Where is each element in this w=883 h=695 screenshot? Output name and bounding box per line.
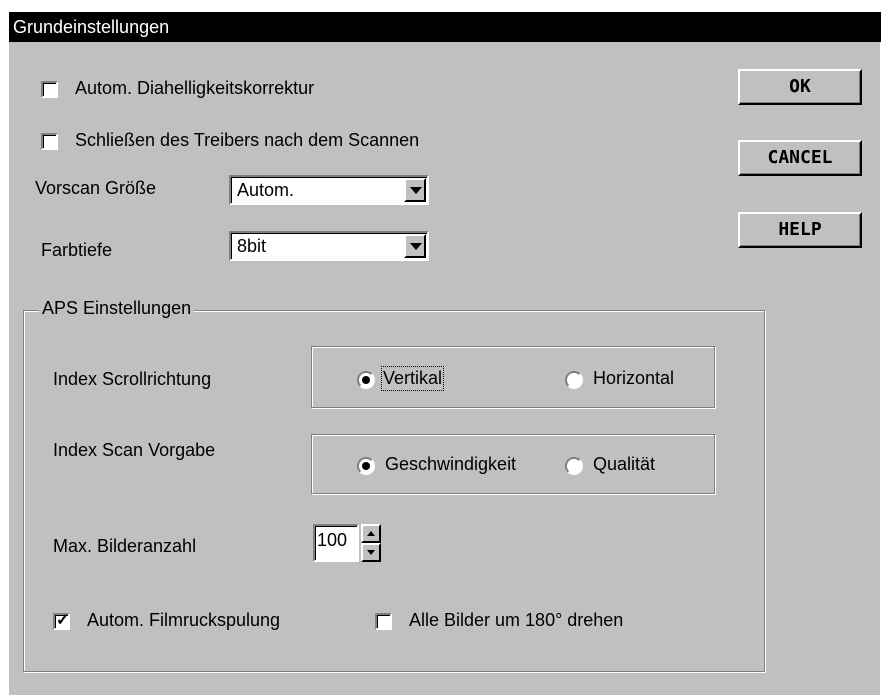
max-images-input[interactable]: 100 xyxy=(313,524,359,562)
index-scan-quality-option[interactable]: Qualität xyxy=(565,454,685,478)
rotate-180-checkbox[interactable] xyxy=(375,613,392,630)
settings-dialog: Grundeinstellungen Autom. Diahelligkeits… xyxy=(8,12,881,695)
prescan-size-value: Autom. xyxy=(237,180,295,200)
index-scroll-horizontal-option[interactable]: Horizontal xyxy=(565,368,705,392)
auto-rewind-label: Autom. Filmruckspulung xyxy=(87,610,281,630)
auto-brightness-checkbox[interactable] xyxy=(41,81,58,98)
auto-brightness-option[interactable]: Autom. Diahelligkeitskorrektur xyxy=(41,78,361,102)
index-scan-quality-radio[interactable] xyxy=(565,457,583,475)
max-images-label: Max. Bilderanzahl xyxy=(53,536,197,556)
index-scroll-horizontal-radio[interactable] xyxy=(565,371,583,389)
rotate-180-option[interactable]: Alle Bilder um 180° drehen xyxy=(375,610,675,634)
auto-rewind-option[interactable]: ✓ Autom. Filmruckspulung xyxy=(53,610,333,634)
index-scan-speed-radio[interactable] xyxy=(357,457,375,475)
prescan-size-select[interactable]: Autom. xyxy=(229,175,429,205)
index-scan-speed-label: Geschwindigkeit xyxy=(385,454,517,474)
radio-selected-dot-icon xyxy=(362,376,370,384)
index-scroll-vertical-option[interactable]: Vertikal xyxy=(357,366,477,392)
index-scan-label: Index Scan Vorgabe xyxy=(53,440,216,460)
color-depth-label: Farbtiefe xyxy=(41,240,113,260)
radio-selected-dot-icon xyxy=(362,462,370,470)
auto-brightness-label: Autom. Diahelligkeitskorrektur xyxy=(75,78,315,98)
index-scroll-vertical-label: Vertikal xyxy=(380,366,445,391)
close-driver-label: Schließen des Treibers nach dem Scannen xyxy=(75,130,420,150)
index-scan-speed-option[interactable]: Geschwindigkeit xyxy=(357,454,557,478)
aps-settings-group-label: APS Einstellungen xyxy=(39,298,195,319)
prescan-size-label: Vorscan Größe xyxy=(35,178,157,198)
index-scan-quality-label: Qualität xyxy=(593,454,656,474)
rotate-180-label: Alle Bilder um 180° drehen xyxy=(409,610,624,630)
index-scroll-label: Index Scrollrichtung xyxy=(53,369,212,389)
cancel-button[interactable]: CANCEL xyxy=(738,140,862,176)
checkmark-icon: ✓ xyxy=(56,612,70,629)
help-button[interactable]: HELP xyxy=(738,212,862,248)
color-depth-value: 8bit xyxy=(237,236,267,256)
close-driver-option[interactable]: Schließen des Treibers nach dem Scannen xyxy=(41,130,481,154)
ok-button[interactable]: OK xyxy=(738,69,862,105)
spin-up-arrow-icon[interactable] xyxy=(361,524,381,543)
index-scroll-horizontal-label: Horizontal xyxy=(593,368,675,388)
color-depth-select[interactable]: 8bit xyxy=(229,231,429,261)
auto-rewind-checkbox[interactable]: ✓ xyxy=(53,613,70,630)
color-depth-dropdown-arrow-icon[interactable] xyxy=(404,234,426,258)
prescan-size-dropdown-arrow-icon[interactable] xyxy=(404,178,426,202)
index-scroll-vertical-radio[interactable] xyxy=(357,371,375,389)
dialog-title: Grundeinstellungen xyxy=(9,12,881,42)
spin-down-arrow-icon[interactable] xyxy=(361,543,381,562)
close-driver-checkbox[interactable] xyxy=(41,133,58,150)
